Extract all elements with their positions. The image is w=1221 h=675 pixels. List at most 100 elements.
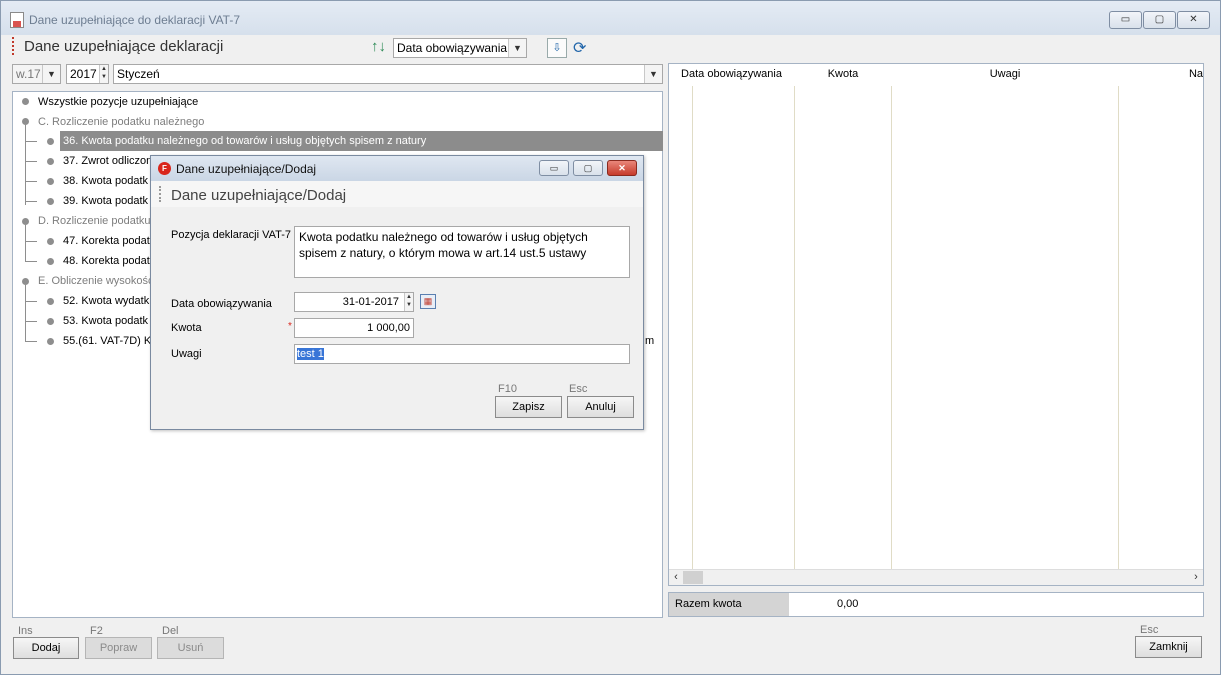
maximize-button[interactable]: ▢ [1143,11,1176,29]
spin-arrows-icon[interactable]: ▲ ▼ [99,65,108,83]
node-bullet-icon [47,318,54,325]
tree-connector [25,161,37,162]
node-bullet-icon [47,178,54,185]
tree-connector [25,285,26,341]
add-button[interactable]: Dodaj [13,637,79,659]
node-bullet-icon [47,298,54,305]
tree-connector [25,225,26,261]
spin-arrows-icon[interactable]: ▲ ▼ [404,293,413,311]
document-icon [10,12,24,28]
tree-connector [25,301,37,302]
scroll-right-icon[interactable]: › [1189,570,1203,585]
sort-icon[interactable]: ↑↓ [371,38,386,55]
tree-connector [25,181,37,182]
close-window-button[interactable]: Zamknij [1135,636,1202,658]
dialog-heading: Dane uzupełniające/Dodaj [171,187,347,204]
tree-group[interactable]: D. Rozliczenie podatku [38,211,151,231]
tree-item[interactable]: 52. Kwota wydatk [63,291,149,311]
dialog-close-button[interactable]: ✕ [607,160,637,176]
close-button[interactable]: ✕ [1177,11,1210,29]
delete-button[interactable]: Usuń [157,637,224,659]
tree-item[interactable]: 55.(61. VAT-7D) K [63,331,151,351]
dialog-title: Dane uzupełniające/Dodaj [176,162,317,176]
position-field[interactable]: Kwota podatku należnego od towarów i usł… [294,226,630,278]
cancel-shortcut: Esc [569,383,588,395]
summary-value: 0,00 [837,598,859,610]
refresh-icon[interactable]: ⟳ [573,38,586,58]
column-divider [1118,86,1119,569]
column-divider [794,86,795,569]
edit-button[interactable]: Popraw [85,637,152,659]
cancel-button[interactable]: Anuluj [567,396,634,418]
amount-label: Kwota [171,322,202,334]
data-grid[interactable]: Data obowiązywania Kwota Uwagi Na ‹ › [668,63,1204,586]
tree-item-overflow-text: m [645,335,655,347]
delete-shortcut: Del [162,625,179,637]
tree-item[interactable]: 39. Kwota podatk [63,191,148,211]
column-divider [692,86,693,569]
month-select[interactable]: Styczeń ▼ [113,64,663,84]
year-value: 2017 [70,67,97,81]
tree-connector [25,321,37,322]
dialog-maximize-button[interactable]: ▢ [573,160,603,176]
required-marker: * [288,321,292,332]
tree-group[interactable]: C. Rozliczenie podatku należnego [38,112,204,132]
tree-item[interactable]: 48. Korekta podat [63,251,150,271]
page-title: Dane uzupełniające deklaracji [24,38,224,55]
minimize-button[interactable]: ▭ [1109,11,1142,29]
tree-item[interactable]: 38. Kwota podatk [63,171,148,191]
chevron-down-icon[interactable]: ▼ [42,65,60,83]
drag-handle-icon [12,37,15,55]
dialog-title-bar[interactable]: F Dane uzupełniające/Dodaj ▭ ▢ ✕ [151,156,643,181]
drag-handle-icon [159,186,161,202]
date-value: 31-01-2017 [342,296,399,308]
node-bullet-icon [47,238,54,245]
summary-bar: Razem kwota 0,00 [668,592,1204,617]
node-bullet-icon [47,258,54,265]
calendar-icon[interactable]: ▦ [420,294,436,309]
dialog-minimize-button[interactable]: ▭ [539,160,569,176]
sort-field-select[interactable]: Data obowiązywania ▼ [393,38,527,58]
tree-item[interactable]: 53. Kwota podatk [63,311,148,331]
sort-field-value: Data obowiązywania [397,41,508,55]
scroll-left-icon[interactable]: ‹ [669,570,683,585]
notes-field[interactable]: test 1 [294,344,630,364]
save-button[interactable]: Zapisz [495,396,562,418]
scroll-thumb[interactable] [683,571,703,584]
position-value: Kwota podatku należnego od towarów i usł… [299,230,588,260]
column-header-amount[interactable]: Kwota [795,64,891,86]
tree-item[interactable]: 37. Zwrot odliczon [63,151,152,171]
column-header-notes[interactable]: Uwagi [892,64,1118,86]
horizontal-scrollbar[interactable]: ‹ › [669,569,1203,585]
date-field[interactable]: 31-01-2017 ▲ ▼ [294,292,414,312]
export-icon[interactable]: ⇩ [547,38,567,58]
tree-root[interactable]: Wszystkie pozycje uzupełniające [38,92,198,112]
version-select[interactable]: w.17 ▼ [12,64,61,84]
column-header-truncated[interactable]: Na [1119,64,1203,86]
dialog-header: Dane uzupełniające/Dodaj [151,181,643,207]
close-shortcut: Esc [1140,624,1159,636]
notes-label: Uwagi [171,348,202,360]
app-logo-icon: F [158,162,171,175]
title-bar[interactable]: Dane uzupełniające do deklaracji VAT-7 ▭… [1,1,1220,35]
tree-connector [25,341,37,342]
node-bullet-icon [22,278,29,285]
node-bullet-icon [22,118,29,125]
amount-field[interactable]: 1 000,00 [294,318,414,338]
tree-connector [25,201,37,202]
date-label: Data obowiązywania [171,298,272,310]
year-stepper[interactable]: 2017 ▲ ▼ [66,64,109,84]
tree-item-selected[interactable]: 36. Kwota podatku należnego od towarów i… [60,131,663,151]
edit-shortcut: F2 [90,625,103,637]
tree-connector [25,125,26,205]
save-shortcut: F10 [498,383,517,395]
chevron-down-icon[interactable]: ▼ [508,39,526,57]
version-value: w.17 [16,67,41,81]
tree-group[interactable]: E. Obliczenie wysokośc [38,271,154,291]
column-divider [891,86,892,569]
tree-connector [25,141,37,142]
column-header-date[interactable]: Data obowiązywania [669,64,794,86]
chevron-down-icon[interactable]: ▼ [644,65,662,83]
tree-item[interactable]: 47. Korekta podat [63,231,150,251]
tree-item-label: 36. Kwota podatku należnego od towarów i… [63,135,427,147]
